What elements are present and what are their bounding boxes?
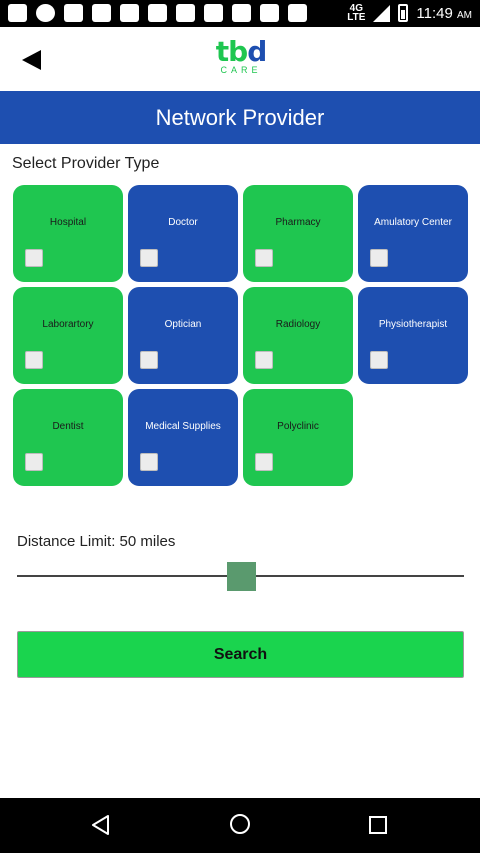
provider-tile-hospital[interactable]: Hospital [13, 185, 123, 282]
provider-tile-label: Polyclinic [277, 421, 319, 432]
gmail-icon [92, 4, 111, 22]
provider-tile-dentist[interactable]: Dentist [13, 389, 123, 486]
provider-tile-label: Medical Supplies [145, 421, 221, 432]
provider-tile-polyclinic[interactable]: Polyclinic [243, 389, 353, 486]
logo-mark: tbd [214, 38, 268, 66]
cleaner-icon [204, 4, 223, 22]
app-header: tbd CARE [0, 27, 480, 91]
mail-icon [8, 4, 27, 22]
whatsapp-icon [36, 4, 55, 22]
provider-checkbox[interactable] [255, 249, 273, 267]
provider-tile-label: Laborartory [42, 319, 94, 330]
navigation-bar [0, 798, 480, 853]
nav-recent-apps-icon[interactable] [369, 816, 387, 834]
provider-checkbox[interactable] [25, 351, 43, 369]
provider-tile-radiology[interactable]: Radiology [243, 287, 353, 384]
network-indicator: 4G LTE [347, 4, 366, 23]
provider-checkbox[interactable] [370, 351, 388, 369]
battery-icon [398, 4, 409, 22]
provider-checkbox[interactable] [370, 249, 388, 267]
nav-home-icon[interactable] [230, 814, 250, 834]
gmail-icon [64, 4, 83, 22]
provider-tile-label: Dentist [52, 421, 84, 432]
provider-tile-label: Doctor [168, 217, 198, 228]
provider-tile-label: Hospital [49, 217, 87, 228]
provider-checkbox[interactable] [255, 351, 273, 369]
provider-tile-doctor[interactable]: Doctor [128, 185, 238, 282]
app-icon [120, 4, 139, 22]
clock: 11:49 AM [416, 5, 472, 22]
status-right: 4G LTE 11:49 AM [347, 4, 472, 23]
provider-tile-medical-supplies[interactable]: Medical Supplies [128, 389, 238, 486]
logo-subtext: CARE [220, 65, 262, 75]
provider-tile-label: Amulatory Center [374, 217, 452, 228]
signal-icon [373, 4, 391, 22]
image-icon [260, 4, 279, 22]
nav-back-icon[interactable] [92, 815, 110, 835]
network-type: LTE [347, 12, 366, 23]
provider-tile-laboratory[interactable]: Laborartory [13, 287, 123, 384]
provider-tile-pharmacy[interactable]: Pharmacy [243, 185, 353, 282]
provider-tile-physiotherapist[interactable]: Physiotherapist [358, 287, 468, 384]
news-icon [176, 4, 195, 22]
provider-tile-optician[interactable]: Optician [128, 287, 238, 384]
provider-tile-label: Pharmacy [275, 217, 321, 228]
provider-checkbox[interactable] [25, 453, 43, 471]
provider-tile-ambulatory-center[interactable]: Amulatory Center [358, 185, 468, 282]
provider-checkbox[interactable] [255, 453, 273, 471]
provider-tile-label: Physiotherapist [378, 319, 448, 330]
provider-tile-label: Radiology [275, 319, 321, 330]
clock-time: 11:49 [416, 4, 453, 22]
distance-limit-label: Distance Limit: 50 miles [17, 533, 176, 550]
cleaner-icon [148, 4, 167, 22]
cast-icon [232, 4, 251, 22]
provider-checkbox[interactable] [140, 351, 158, 369]
notification-icons [8, 4, 307, 22]
provider-type-grid: Hospital Doctor Pharmacy Amulatory Cente… [13, 185, 469, 486]
provider-tile-label: Optician [164, 319, 202, 330]
distance-slider[interactable] [17, 562, 464, 592]
provider-checkbox[interactable] [140, 249, 158, 267]
search-button[interactable]: Search [17, 631, 464, 678]
status-bar: 4G LTE 11:49 AM [0, 0, 480, 27]
provider-checkbox[interactable] [140, 453, 158, 471]
page-title: Network Provider [0, 91, 480, 144]
cleaner-icon [288, 4, 307, 22]
back-arrow-icon[interactable] [22, 49, 42, 71]
tbd-care-logo: tbd CARE [214, 38, 268, 76]
slider-thumb[interactable] [226, 562, 256, 591]
provider-type-heading: Select Provider Type [12, 155, 160, 172]
clock-ampm: AM [457, 9, 472, 21]
provider-checkbox[interactable] [25, 249, 43, 267]
